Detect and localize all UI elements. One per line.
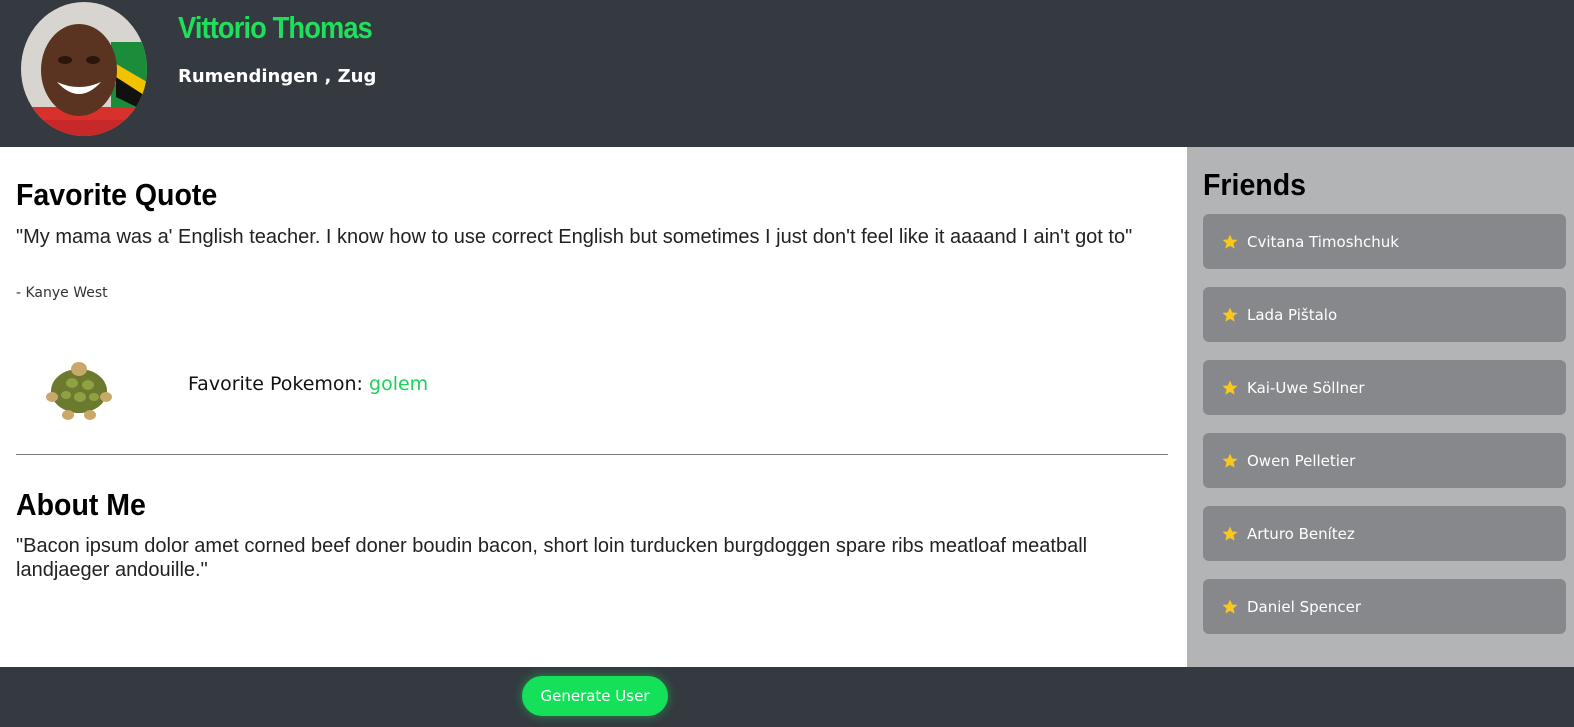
- about-me-title: About Me: [16, 487, 146, 522]
- friend-card[interactable]: Arturo Benítez: [1203, 506, 1566, 561]
- friend-name: Owen Pelletier: [1247, 451, 1356, 470]
- avatar: [21, 2, 147, 136]
- friend-name: Arturo Benítez: [1247, 524, 1355, 543]
- friend-name: Kai-Uwe Söllner: [1247, 378, 1365, 397]
- friend-name: Cvitana Timoshchuk: [1247, 232, 1399, 251]
- star-icon: [1222, 599, 1238, 614]
- generate-user-button[interactable]: Generate User: [522, 676, 668, 716]
- section-divider: [16, 454, 1168, 455]
- favorite-pokemon-name: golem: [369, 373, 429, 395]
- friend-list: Cvitana Timoshchuk Lada Pištalo Kai-Uwe …: [1203, 214, 1566, 652]
- about-me-text: "Bacon ipsum dolor amet corned beef done…: [16, 535, 1088, 581]
- footer: Generate User: [0, 667, 1574, 727]
- favorite-pokemon-label: Favorite Pokemon: golem: [188, 373, 428, 395]
- quote-text: "My mama was a' English teacher. I know …: [16, 226, 1133, 248]
- friend-card[interactable]: Cvitana Timoshchuk: [1203, 214, 1566, 269]
- friend-name: Daniel Spencer: [1247, 597, 1362, 616]
- friend-card[interactable]: Lada Pištalo: [1203, 287, 1566, 342]
- star-icon: [1222, 234, 1238, 249]
- profile-header: Vittorio Thomas Rumendingen , Zug: [0, 0, 1574, 147]
- friend-card[interactable]: Daniel Spencer: [1203, 579, 1566, 634]
- friend-card[interactable]: Kai-Uwe Söllner: [1203, 360, 1566, 415]
- friend-card[interactable]: Owen Pelletier: [1203, 433, 1566, 488]
- quote-author: - Kanye West: [16, 285, 108, 301]
- friends-sidebar: Friends Cvitana Timoshchuk Lada Pištalo …: [1187, 147, 1574, 667]
- favorite-quote-title: Favorite Quote: [16, 177, 218, 212]
- star-icon: [1222, 380, 1238, 395]
- main-content: Favorite Quote "My mama was a' English t…: [0, 147, 1187, 667]
- favorite-pokemon-prefix: Favorite Pokemon:: [188, 373, 370, 395]
- user-location: Rumendingen , Zug: [178, 66, 377, 87]
- user-name: Vittorio Thomas: [178, 10, 373, 45]
- pokemon-sprite: [42, 357, 116, 423]
- friends-title: Friends: [1203, 167, 1307, 202]
- star-icon: [1222, 307, 1238, 322]
- friend-name: Lada Pištalo: [1247, 305, 1338, 324]
- star-icon: [1222, 526, 1238, 541]
- star-icon: [1222, 453, 1238, 468]
